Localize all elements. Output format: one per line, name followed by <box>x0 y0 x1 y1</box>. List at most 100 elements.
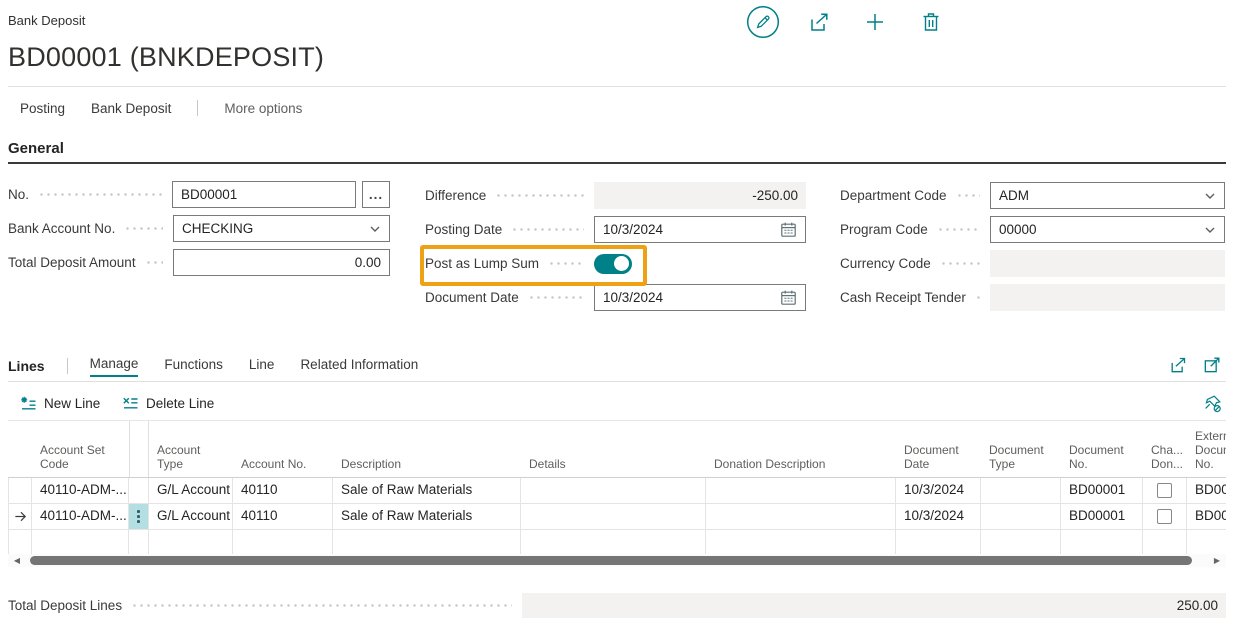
donation-description-cell[interactable] <box>706 478 896 503</box>
charity-donation-checkbox[interactable] <box>1157 483 1172 498</box>
menu-item-bank-deposit[interactable]: Bank Deposit <box>91 101 171 116</box>
edit-pencil-button[interactable] <box>746 5 780 39</box>
column-header-account-no[interactable]: Account No. <box>233 421 333 477</box>
menu-separator <box>197 100 198 116</box>
donation-description-cell[interactable] <box>706 504 896 529</box>
scroll-right-arrow[interactable]: ▶ <box>1210 554 1224 567</box>
total-deposit-amount-input[interactable]: 0.00 <box>173 249 390 276</box>
account-type-cell[interactable] <box>149 530 233 555</box>
row-selector-cell[interactable] <box>8 478 32 503</box>
chevron-down-icon <box>1204 190 1216 202</box>
column-header-document-type[interactable]: DocumentType <box>981 421 1061 477</box>
general-section-heading[interactable]: General <box>8 140 64 157</box>
table-row: 40110-ADM-... G/L Account 40110 Sale of … <box>8 478 1226 504</box>
plus-icon <box>863 10 887 34</box>
column-header-document-no[interactable]: DocumentNo. <box>1061 421 1143 477</box>
lines-open-in-new-window-button[interactable] <box>1202 355 1222 375</box>
department-code-dropdown[interactable]: ADM <box>990 182 1225 209</box>
charity-donation-checkbox[interactable] <box>1157 509 1172 524</box>
scrollbar-thumb[interactable] <box>30 556 1192 565</box>
column-header-external-document-no[interactable]: ExternDocumNo. <box>1187 421 1226 477</box>
column-header-charity-donation[interactable]: Cha...Don... <box>1143 421 1187 477</box>
post-as-lump-sum-toggle[interactable] <box>594 254 632 274</box>
tab-functions[interactable]: Functions <box>164 357 223 376</box>
bank-account-no-value: CHECKING <box>182 221 363 236</box>
lines-header: Lines Manage Functions Line Related Info… <box>8 355 418 377</box>
table-row-selected: 40110-ADM-... G/L Account 40110 Sale of … <box>8 504 1226 530</box>
new-line-button[interactable]: New Line <box>20 393 100 413</box>
post-as-lump-sum-control <box>594 254 806 274</box>
column-header-account-set-code[interactable]: Account SetCode <box>32 421 129 477</box>
tab-related-information[interactable]: Related Information <box>300 357 418 376</box>
account-set-code-cell[interactable]: 40110-ADM-... <box>32 504 129 529</box>
column-header-account-type[interactable]: AccountType <box>149 421 233 477</box>
account-set-code-cell[interactable]: 40110-ADM-... <box>32 478 129 503</box>
no-assist-edit-button[interactable]: ... <box>362 181 390 208</box>
lines-share-button[interactable] <box>1168 355 1188 375</box>
account-type-cell[interactable]: G/L Account <box>149 478 233 503</box>
document-date-cell[interactable]: 10/3/2024 <box>896 478 981 503</box>
donation-description-cell[interactable] <box>706 530 896 555</box>
row-options-cell[interactable] <box>129 478 149 503</box>
tab-line[interactable]: Line <box>249 357 275 376</box>
new-document-button[interactable] <box>863 10 887 34</box>
tab-manage[interactable]: Manage <box>90 356 139 377</box>
share-button[interactable] <box>807 10 831 34</box>
document-type-cell[interactable] <box>981 530 1061 555</box>
row-options-button[interactable] <box>129 504 149 529</box>
external-document-no-cell[interactable]: BD00 <box>1187 478 1226 503</box>
document-type-cell[interactable] <box>981 504 1061 529</box>
currency-code-field <box>990 250 1225 277</box>
details-cell[interactable] <box>521 504 706 529</box>
details-cell[interactable] <box>521 530 706 555</box>
account-type-cell[interactable]: G/L Account <box>149 504 233 529</box>
document-no-cell[interactable]: BD00001 <box>1061 478 1143 503</box>
program-code-dropdown[interactable]: 00000 <box>990 216 1225 243</box>
description-cell[interactable]: Sale of Raw Materials <box>333 478 521 503</box>
description-cell[interactable]: Sale of Raw Materials <box>333 504 521 529</box>
account-no-cell[interactable] <box>233 530 333 555</box>
document-no-cell[interactable]: BD00001 <box>1061 504 1143 529</box>
scroll-left-arrow[interactable]: ◀ <box>10 554 24 567</box>
lines-section-heading[interactable]: Lines <box>8 358 45 374</box>
current-row-indicator-cell[interactable] <box>8 504 32 529</box>
more-options-button[interactable]: More options <box>224 101 302 116</box>
calendar-icon[interactable] <box>780 289 797 306</box>
account-no-cell[interactable]: 40110 <box>233 504 333 529</box>
column-header-details[interactable]: Details <box>521 421 706 477</box>
calendar-icon[interactable] <box>780 221 797 238</box>
menu-item-posting[interactable]: Posting <box>20 101 65 116</box>
document-no-cell[interactable] <box>1061 530 1143 555</box>
details-cell[interactable] <box>521 478 706 503</box>
share-icon <box>1168 355 1188 375</box>
description-cell[interactable] <box>333 530 521 555</box>
unpin-pane-button[interactable] <box>1203 394 1222 413</box>
row-options-cell[interactable] <box>129 530 149 555</box>
row-selector-cell[interactable] <box>8 530 32 555</box>
account-no-cell[interactable]: 40110 <box>233 478 333 503</box>
delete-button[interactable] <box>919 10 943 34</box>
dotted-leader <box>38 193 162 196</box>
column-header-description[interactable]: Description <box>333 421 521 477</box>
currency-code-label: Currency Code <box>840 256 931 271</box>
column-header-document-date[interactable]: DocumentDate <box>896 421 981 477</box>
external-document-no-cell[interactable]: BD00 <box>1187 504 1226 529</box>
account-set-code-cell[interactable] <box>32 530 129 555</box>
bank-account-no-dropdown[interactable]: CHECKING <box>173 215 390 242</box>
posting-date-input[interactable]: 10/3/2024 <box>594 216 806 243</box>
document-date-cell[interactable] <box>896 530 981 555</box>
document-date-cell[interactable]: 10/3/2024 <box>896 504 981 529</box>
program-code-value: 00000 <box>999 222 1198 237</box>
column-header-row-options[interactable] <box>129 421 149 477</box>
column-header-donation-description[interactable]: Donation Description <box>706 421 896 477</box>
breadcrumb[interactable]: Bank Deposit <box>8 13 85 28</box>
delete-line-button[interactable]: Delete Line <box>122 393 214 413</box>
external-document-no-cell[interactable] <box>1187 530 1226 555</box>
document-type-cell[interactable] <box>981 478 1061 503</box>
difference-value: -250.00 <box>602 188 798 203</box>
horizontal-scrollbar[interactable]: ◀ ▶ <box>8 554 1226 567</box>
popout-icon <box>1202 355 1222 375</box>
no-input[interactable]: BD00001 <box>172 181 356 208</box>
document-date-input[interactable]: 10/3/2024 <box>594 284 806 311</box>
column-header-select[interactable] <box>8 421 32 477</box>
